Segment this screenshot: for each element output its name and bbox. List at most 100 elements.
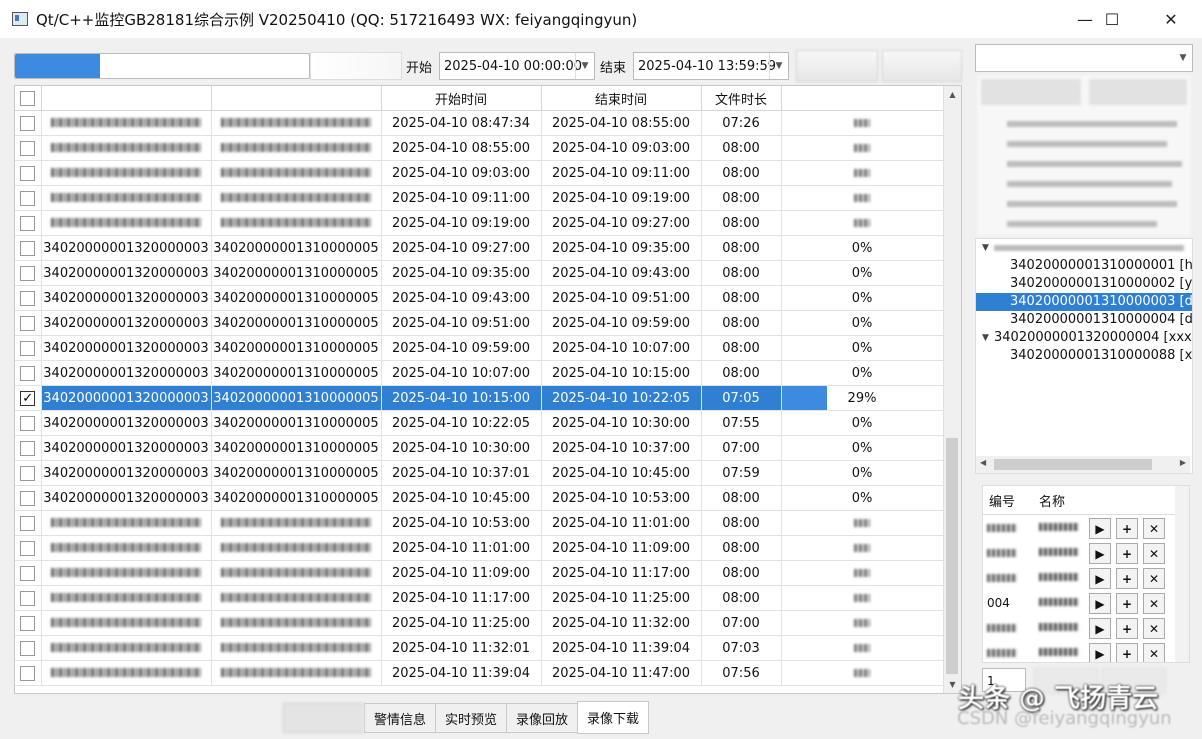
tree-node-device[interactable]: ▼ 34020000001320000004 [xxx] (976, 329, 1192, 347)
query-button[interactable] (796, 50, 878, 82)
checkbox[interactable] (20, 140, 36, 156)
table-row[interactable]: 2025-04-10 09:11:00 2025-04-10 09:19:00 08… (15, 185, 944, 211)
chevron-down-icon[interactable]: ▼ (1174, 45, 1192, 71)
table-row[interactable]: 2025-04-10 11:01:00 2025-04-10 11:09:00 08… (15, 535, 944, 561)
play-icon[interactable]: ▶ (1089, 568, 1111, 589)
row-checkbox[interactable] (15, 535, 42, 561)
table-row[interactable]: 2025-04-10 11:25:00 2025-04-10 11:32:00 07… (15, 610, 944, 636)
add-icon[interactable]: + (1116, 568, 1138, 589)
scroll-right-icon[interactable]: ▶ (1180, 458, 1186, 467)
table-row[interactable]: 2025-04-10 11:32:01 2025-04-10 11:39:04 07… (15, 635, 944, 661)
channel-combo[interactable] (310, 52, 402, 80)
checkbox[interactable] (20, 565, 36, 581)
row-checkbox[interactable] (15, 210, 42, 236)
row-checkbox[interactable]: ✓ (15, 385, 42, 411)
row-checkbox[interactable] (15, 435, 42, 461)
chevron-down-icon[interactable]: ▼ (769, 53, 788, 79)
tree-node-channel[interactable]: 34020000001310000004 [dah (976, 311, 1192, 329)
add-icon[interactable]: + (1116, 518, 1138, 539)
tree-node-channel[interactable]: 34020000001310000002 [yush (976, 275, 1192, 293)
table-scrollbar[interactable]: ▲ ▼ (943, 86, 961, 693)
table-row[interactable]: 2025-04-10 09:03:00 2025-04-10 09:11:00 08… (15, 160, 944, 186)
expand-icon[interactable]: ▼ (982, 239, 989, 257)
play-icon[interactable]: ▶ (1089, 518, 1111, 539)
checkbox[interactable] (20, 515, 36, 531)
scroll-left-icon[interactable]: ◀ (980, 458, 986, 467)
checkbox[interactable] (20, 540, 36, 556)
list-item[interactable]: ▶ + ✕ (983, 640, 1189, 662)
table-row[interactable]: 2025-04-10 10:53:00 2025-04-10 11:01:00 08… (15, 510, 944, 536)
scroll-thumb[interactable] (946, 438, 958, 674)
table-row[interactable]: 34020000001320000003 34020000001310000005… (15, 460, 944, 486)
table-row[interactable]: 34020000001320000003 34020000001310000005… (15, 235, 944, 261)
add-icon[interactable]: + (1116, 593, 1138, 614)
table-row[interactable]: 34020000001320000003 34020000001310000005… (15, 485, 944, 511)
expand-icon[interactable]: ▼ (982, 329, 989, 347)
list-item[interactable]: ▶ + ✕ (983, 565, 1189, 590)
table-row[interactable]: 2025-04-10 11:09:00 2025-04-10 11:17:00 08… (15, 560, 944, 586)
tab-alarm-info[interactable]: 警情信息 (364, 703, 436, 733)
checkbox[interactable] (20, 640, 36, 656)
row-checkbox[interactable] (15, 260, 42, 286)
header-channel[interactable] (211, 86, 382, 111)
row-checkbox[interactable] (15, 485, 42, 511)
row-checkbox[interactable] (15, 610, 42, 636)
row-checkbox[interactable] (15, 560, 42, 586)
remove-icon[interactable]: ✕ (1143, 518, 1165, 539)
table-row[interactable]: 2025-04-10 11:17:00 2025-04-10 11:25:00 08… (15, 585, 944, 611)
list-item[interactable]: ▶ + ✕ (983, 540, 1189, 565)
table-row[interactable]: 34020000001320000003 34020000001310000005… (15, 435, 944, 461)
maximize-button[interactable]: ☐ (1089, 0, 1135, 38)
close-button[interactable]: ✕ (1148, 0, 1194, 38)
checkbox[interactable] (20, 590, 36, 606)
row-checkbox[interactable] (15, 285, 42, 311)
checkbox[interactable] (20, 465, 36, 481)
checkbox[interactable] (20, 315, 36, 331)
start-datetime-input[interactable]: 2025-04-10 00:00:00 ▼ (439, 52, 595, 80)
device-tree[interactable]: ▼ 34020000001310000001 [hika 3402000000131… (975, 238, 1193, 474)
tab-record-download[interactable]: 录像下载 (577, 701, 650, 734)
row-checkbox[interactable] (15, 510, 42, 536)
checkbox[interactable] (20, 365, 36, 381)
row-checkbox[interactable] (15, 185, 42, 211)
table-row[interactable]: 34020000001320000003 34020000001310000005… (15, 260, 944, 286)
checkbox[interactable] (20, 165, 36, 181)
row-checkbox[interactable] (15, 335, 42, 361)
add-icon[interactable]: + (1116, 643, 1138, 662)
checkbox[interactable] (20, 615, 36, 631)
tab-live-preview[interactable]: 实时预览 (435, 703, 507, 733)
checkbox[interactable] (20, 490, 36, 506)
table-row[interactable]: 2025-04-10 09:19:00 2025-04-10 09:27:00 08… (15, 210, 944, 236)
row-checkbox[interactable] (15, 235, 42, 261)
tab-hidden[interactable] (283, 703, 364, 733)
download-button[interactable] (882, 50, 962, 82)
checkbox[interactable] (20, 190, 36, 206)
checkbox[interactable] (20, 240, 36, 256)
tab-playback[interactable]: 录像回放 (506, 703, 578, 733)
play-icon[interactable]: ▶ (1089, 643, 1111, 662)
select-all-checkbox[interactable] (15, 86, 42, 111)
list-scrollbar[interactable] (1175, 486, 1189, 662)
header-device[interactable] (41, 86, 212, 111)
remove-icon[interactable]: ✕ (1143, 593, 1165, 614)
table-row[interactable]: 34020000001320000003 34020000001310000005… (15, 285, 944, 311)
scroll-up-icon[interactable]: ▲ (944, 86, 961, 103)
row-checkbox[interactable] (15, 360, 42, 386)
row-checkbox[interactable] (15, 310, 42, 336)
table-row[interactable]: 34020000001320000003 34020000001310000005… (15, 335, 944, 361)
row-checkbox[interactable] (15, 635, 42, 661)
table-row[interactable]: 34020000001320000003 34020000001310000005… (15, 310, 944, 336)
header-start-time[interactable]: 开始时间 (381, 86, 542, 111)
header-end-time[interactable]: 结束时间 (541, 86, 702, 111)
row-checkbox[interactable] (15, 135, 42, 161)
device-combo[interactable]: ▼ (975, 44, 1193, 72)
tree-node-channel[interactable]: 34020000001310000001 [hika (976, 257, 1192, 275)
remove-icon[interactable]: ✕ (1143, 568, 1165, 589)
table-row[interactable]: 34020000001320000003 34020000001310000005… (15, 410, 944, 436)
tree-hscrollbar[interactable]: ◀ ▶ (976, 456, 1190, 473)
header-progress[interactable] (781, 86, 944, 111)
chevron-down-icon[interactable]: ▼ (575, 53, 594, 79)
list-item[interactable]: ▶ + ✕ (983, 515, 1189, 540)
add-icon[interactable]: + (1116, 618, 1138, 639)
list-item[interactable]: ▶ + ✕ (983, 615, 1189, 640)
